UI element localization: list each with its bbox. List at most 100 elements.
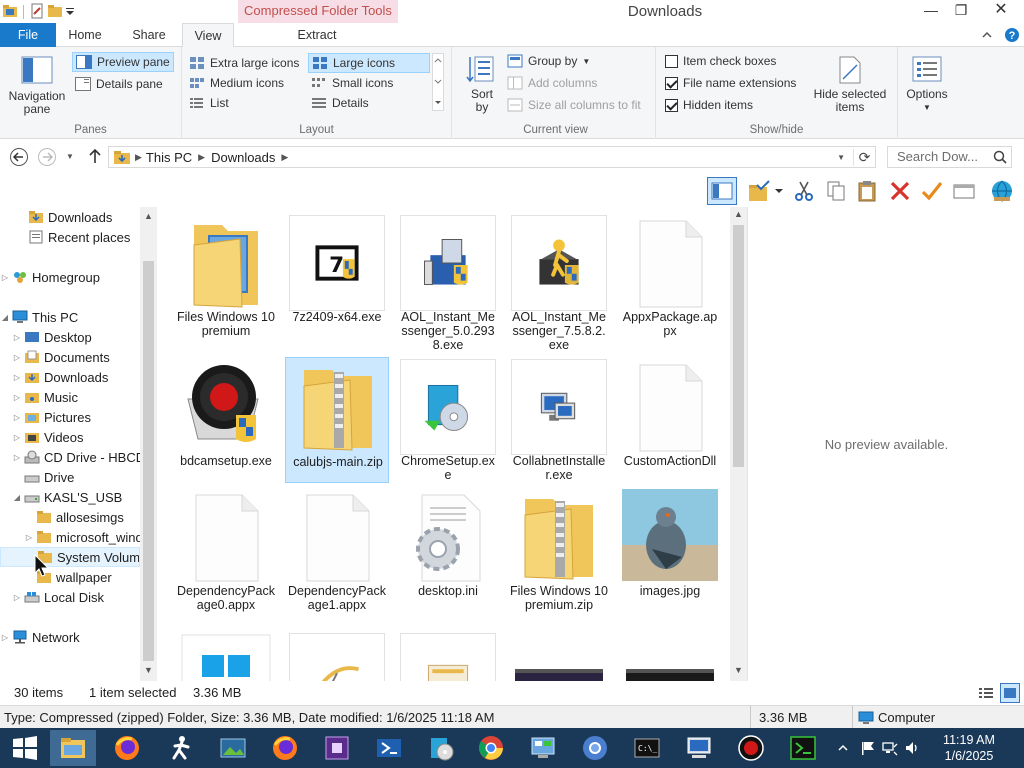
taskbar-powershell[interactable] bbox=[366, 730, 412, 766]
scroll-up-arrow-icon[interactable]: ▲ bbox=[734, 209, 743, 219]
taskbar-chrome[interactable] bbox=[468, 730, 514, 766]
expand-arrow-icon[interactable]: ▷ bbox=[24, 533, 34, 542]
nav-item-microsoft-windows[interactable]: ▷ microsoft_windows bbox=[0, 527, 140, 547]
nav-item-usb-drive[interactable]: ◢ KASL'S_USB bbox=[0, 487, 140, 507]
small-icons-button[interactable]: Small icons bbox=[308, 73, 396, 93]
file-item[interactable]: CollabnetInstaller.exe bbox=[507, 357, 611, 483]
delete-icon[interactable] bbox=[888, 179, 912, 203]
taskbar-aim[interactable] bbox=[158, 730, 204, 766]
taskbar-clock[interactable]: 11:19 AM 1/6/2025 bbox=[934, 732, 1004, 764]
back-button[interactable] bbox=[8, 147, 30, 167]
nav-item-allosesimgs[interactable]: allosesimgs bbox=[0, 507, 140, 527]
item-check-boxes-toggle[interactable]: Item check boxes bbox=[662, 51, 779, 71]
size-columns-button[interactable]: Size all columns to fit bbox=[504, 95, 644, 115]
collapse-arrow-icon[interactable]: ◢ bbox=[0, 313, 10, 322]
expand-arrow-icon[interactable]: ▷ bbox=[12, 393, 22, 402]
file-item[interactable]: images.jpg bbox=[618, 487, 722, 613]
navigation-pane-button[interactable]: Navigation pane bbox=[4, 53, 70, 116]
scroll-thumb[interactable] bbox=[143, 261, 154, 661]
file-item[interactable]: Files Windows 10 premium.zip bbox=[507, 487, 611, 613]
expand-arrow-icon[interactable]: ▷ bbox=[12, 593, 22, 602]
nav-item-desktop[interactable]: ▷ Desktop bbox=[0, 327, 140, 347]
breadcrumb-downloads[interactable]: Downloads bbox=[211, 150, 275, 165]
sort-by-button[interactable]: Sort by bbox=[462, 53, 502, 114]
taskbar-firefox-2[interactable] bbox=[262, 730, 308, 766]
nav-item-this-pc[interactable]: ◢ This PC bbox=[0, 307, 140, 327]
nav-item-local-disk[interactable]: ▷ Local Disk bbox=[0, 587, 140, 607]
collapse-arrow-icon[interactable]: ◢ bbox=[12, 493, 22, 502]
add-columns-button[interactable]: Add columns bbox=[504, 73, 600, 93]
file-item-selected[interactable]: calubjs-main.zip bbox=[285, 357, 389, 483]
taskbar-cpu-tool[interactable] bbox=[314, 730, 360, 766]
properties-window-icon[interactable] bbox=[952, 179, 976, 203]
taskbar-firefox[interactable] bbox=[104, 730, 150, 766]
file-item[interactable]: desktop.ini bbox=[396, 487, 500, 613]
large-icons-button[interactable]: Large icons bbox=[308, 53, 430, 73]
taskbar-setup[interactable] bbox=[418, 730, 464, 766]
expand-arrow-icon[interactable]: ▷ bbox=[12, 453, 22, 462]
nav-item-videos[interactable]: ▷ Videos bbox=[0, 427, 140, 447]
file-item[interactable]: AOL_Instant_Messenger_5.0.2938.exe bbox=[396, 213, 500, 352]
forward-button[interactable] bbox=[36, 147, 58, 167]
nav-item-downloads-quick[interactable]: Downloads bbox=[0, 207, 140, 227]
taskbar-image-viewer[interactable] bbox=[210, 730, 256, 766]
search-input[interactable]: Search Dow... bbox=[887, 146, 1012, 168]
file-name-extensions-checkbox[interactable] bbox=[665, 76, 678, 90]
file-item[interactable]: DependencyPackage0.appx bbox=[174, 487, 278, 613]
file-list-scrollbar[interactable]: ▲ ▼ bbox=[730, 207, 747, 681]
nav-item-downloads[interactable]: ▷ Downloads bbox=[0, 367, 140, 387]
scroll-down-arrow-icon[interactable]: ▼ bbox=[144, 665, 153, 675]
tab-file[interactable]: File bbox=[0, 23, 56, 47]
list-view-button[interactable]: List bbox=[186, 93, 232, 113]
expand-arrow-icon[interactable]: ▷ bbox=[0, 273, 10, 282]
file-name-extensions-toggle[interactable]: File name extensions bbox=[662, 73, 799, 93]
navigation-pane-scrollbar[interactable]: ▲ ▼ bbox=[140, 207, 157, 681]
cut-icon[interactable] bbox=[792, 179, 816, 203]
nav-item-wallpaper[interactable]: wallpaper bbox=[0, 567, 140, 587]
scroll-up-arrow-icon[interactable]: ▲ bbox=[144, 211, 153, 221]
nav-item-system-volume[interactable]: System Volume bbox=[0, 547, 140, 567]
options-button[interactable]: Options ▼ bbox=[900, 55, 954, 114]
network-status-icon[interactable] bbox=[882, 740, 898, 756]
nav-item-recent-places[interactable]: Recent places bbox=[0, 227, 140, 247]
qat-dropdown-icon[interactable] bbox=[65, 3, 75, 22]
tab-share[interactable]: Share bbox=[120, 23, 178, 47]
expand-arrow-icon[interactable]: ▷ bbox=[0, 633, 10, 642]
breadcrumb-chevron-icon[interactable]: ▶ bbox=[281, 152, 288, 163]
nav-item-pictures[interactable]: ▷ Pictures bbox=[0, 407, 140, 427]
nav-item-homegroup[interactable]: ▷ Homegroup bbox=[0, 267, 140, 287]
nav-item-documents[interactable]: ▷ Documents bbox=[0, 347, 140, 367]
hidden-items-toggle[interactable]: Hidden items bbox=[662, 95, 756, 115]
address-box[interactable]: ▶ This PC ▶ Downloads ▶ ▼ ⟳ bbox=[108, 146, 876, 168]
taskbar-terminal[interactable] bbox=[780, 730, 826, 766]
address-dropdown-icon[interactable]: ▼ bbox=[837, 153, 845, 162]
rename-check-icon[interactable] bbox=[920, 179, 944, 203]
nav-item-music[interactable]: ▷ Music bbox=[0, 387, 140, 407]
minimize-button[interactable]: — bbox=[916, 0, 946, 22]
taskbar-chromium[interactable] bbox=[572, 730, 618, 766]
restore-button[interactable]: ❐ bbox=[946, 0, 976, 22]
file-item[interactable]: AppxPackage.appx bbox=[618, 213, 722, 339]
new-folder-icon[interactable] bbox=[47, 3, 63, 22]
preview-toggle-icon[interactable] bbox=[707, 177, 737, 205]
expand-arrow-icon[interactable]: ▷ bbox=[12, 333, 22, 342]
expand-arrow-icon[interactable]: ▷ bbox=[12, 353, 22, 362]
file-item[interactable]: AOL_Instant_Messenger_7.5.8.2.exe bbox=[507, 213, 611, 352]
breadcrumb-chevron-icon[interactable]: ▶ bbox=[135, 152, 142, 163]
group-by-button[interactable]: Group by ▼ bbox=[504, 51, 593, 71]
breadcrumb-this-pc[interactable]: This PC bbox=[146, 150, 192, 165]
file-item[interactable]: bdcamsetup.exe bbox=[174, 357, 278, 483]
nav-item-drive[interactable]: Drive bbox=[0, 467, 140, 487]
file-item[interactable] bbox=[396, 631, 500, 681]
help-icon[interactable]: ? bbox=[1004, 27, 1020, 43]
hide-selected-items-button[interactable]: Hide selected items bbox=[810, 55, 890, 114]
file-item[interactable]: ChromeSetup.exe bbox=[396, 357, 500, 483]
scroll-down-arrow-icon[interactable]: ▼ bbox=[734, 665, 743, 675]
file-item[interactable] bbox=[618, 631, 722, 681]
scroll-thumb[interactable] bbox=[733, 225, 744, 467]
folder-check-icon[interactable] bbox=[747, 179, 771, 203]
dropdown-arrow-icon[interactable] bbox=[772, 179, 786, 203]
hidden-items-checkbox[interactable] bbox=[665, 98, 678, 112]
refresh-icon[interactable]: ⟳ bbox=[853, 148, 875, 166]
details-view-toggle-icon[interactable] bbox=[978, 685, 994, 701]
